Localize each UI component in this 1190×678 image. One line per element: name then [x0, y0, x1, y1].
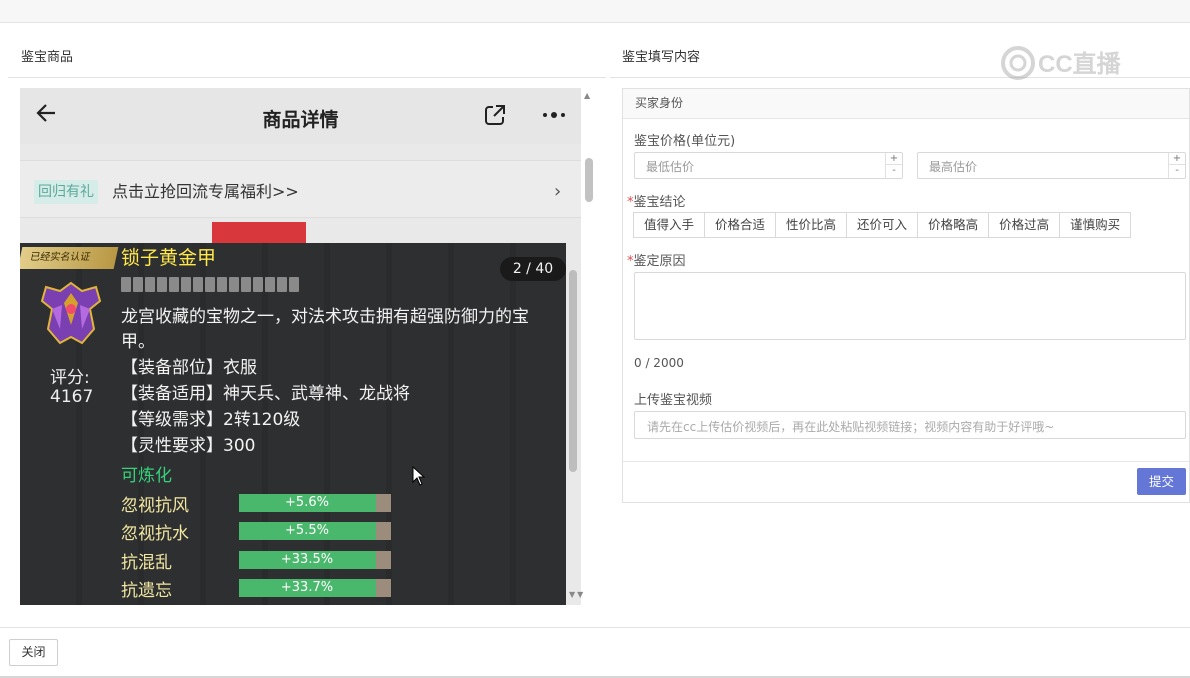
left-section-title: 鉴宝商品: [21, 50, 74, 65]
conclusion-label: *鉴宝结论: [627, 191, 686, 210]
watermark-logo: CC直播: [1001, 46, 1122, 80]
scroll-up-icon[interactable]: ▲: [584, 91, 590, 100]
stat-value: +5.5%: [285, 523, 329, 538]
min-price-stepper[interactable]: + -: [885, 153, 902, 178]
red-tag: [212, 222, 306, 244]
max-price-placeholder: 最高估价: [929, 160, 978, 174]
watermark-text: CC直播: [1038, 51, 1122, 78]
close-button[interactable]: 关闭: [9, 639, 58, 666]
panel-footer-divider: [623, 461, 1189, 462]
conclusion-option[interactable]: 价格过高: [988, 212, 1061, 238]
item-attr: 【装备适用】神天兵、武尊神、龙战将: [121, 384, 410, 404]
conclusion-option[interactable]: 还价可入: [846, 212, 919, 238]
item-attr: 【装备部位】衣服: [121, 358, 257, 378]
price-label: 鉴宝价格(单位元): [634, 134, 736, 149]
stat-value: +33.5%: [280, 552, 334, 567]
promo-banner[interactable]: 回归有礼 点击立抢回流专属福利>> ›: [20, 160, 581, 218]
top-bar: [0, 0, 1190, 23]
conclusion-option[interactable]: 价格合适: [704, 212, 777, 238]
conclusion-options: 值得入手 价格合适 性价比高 还价可入 价格略高 价格过高 谨慎购买: [633, 212, 1132, 238]
stat-name: 忽视抗风: [121, 496, 189, 516]
masked-text: [121, 277, 299, 292]
more-icon[interactable]: [540, 106, 568, 124]
conclusion-option[interactable]: 值得入手: [633, 212, 706, 238]
stat-bar: +33.7%: [239, 579, 391, 597]
conclusion-option[interactable]: 价格略高: [917, 212, 990, 238]
video-link-placeholder: 请先在cc上传估价视频后，再在此处粘贴视频链接；视频内容有助于好评哦~: [647, 420, 1055, 434]
left-divider: [8, 77, 606, 78]
submit-button[interactable]: 提交: [1137, 468, 1186, 495]
decrement-icon[interactable]: -: [886, 165, 902, 177]
promo-text: 点击立抢回流专属福利>>: [112, 182, 299, 201]
item-description: 龙宫收藏的宝物之一，对法术攻击拥有超强防御力的宝甲。: [121, 307, 529, 352]
mouse-cursor-icon: [412, 466, 426, 486]
reason-counter: 0 / 2000: [634, 356, 684, 370]
reason-label-text: 鉴定原因: [633, 254, 686, 269]
stat-name: 忽视抗水: [121, 524, 189, 544]
promo-tag: 回归有礼: [34, 180, 98, 204]
stat-bar: +5.5%: [239, 522, 391, 540]
refinable-label: 可炼化: [121, 466, 172, 486]
max-price-stepper[interactable]: + -: [1168, 153, 1185, 178]
verified-badge: 已经实名认证: [20, 247, 119, 269]
item-name: 锁子黄金甲: [121, 247, 217, 269]
conclusion-label-text: 鉴宝结论: [633, 195, 686, 210]
item-detail-card: 已经实名认证 锁子黄金甲 2 / 40 评分: 4167 龙宫收藏的宝物之一，对…: [20, 243, 566, 605]
increment-icon[interactable]: +: [886, 153, 902, 165]
page-counter: 2 / 40: [500, 257, 566, 281]
scroll-down-icon[interactable]: ▼▼: [569, 590, 585, 599]
stat-bar: +5.6%: [239, 494, 391, 512]
conclusion-option[interactable]: 性价比高: [775, 212, 848, 238]
inner-scrollbar-thumb[interactable]: [569, 270, 577, 472]
min-price-input[interactable]: 最低估价 + -: [634, 152, 903, 179]
score-label: 评分:: [50, 368, 90, 388]
stat-bar: +33.5%: [239, 551, 391, 569]
outer-scrollbar-thumb[interactable]: [585, 158, 593, 202]
share-icon[interactable]: [483, 103, 507, 127]
video-link-input[interactable]: 请先在cc上传估价视频后，再在此处粘贴视频链接；视频内容有助于好评哦~: [634, 411, 1186, 439]
increment-icon[interactable]: +: [1169, 153, 1185, 165]
item-attr: 【等级需求】2转120级: [121, 410, 301, 430]
conclusion-option[interactable]: 谨慎购买: [1059, 212, 1132, 238]
right-section-title: 鉴宝填写内容: [622, 50, 701, 65]
decrement-icon[interactable]: -: [1169, 165, 1185, 177]
phone-header: 商品详情: [20, 88, 581, 144]
video-label: 上传鉴宝视频: [634, 393, 713, 408]
score-value: 4167: [50, 387, 94, 407]
panel-header: 买家身份: [623, 89, 1189, 119]
stat-value: +33.7%: [280, 580, 334, 595]
max-price-input[interactable]: 最高估价 + -: [917, 152, 1186, 179]
reason-textarea[interactable]: [634, 272, 1186, 340]
stat-value: +5.6%: [285, 495, 329, 510]
chevron-right-icon: ›: [554, 181, 562, 202]
stat-name: 抗遗忘: [121, 581, 172, 601]
min-price-placeholder: 最低估价: [646, 160, 695, 174]
footer-divider: [0, 627, 1190, 628]
stat-name: 抗混乱: [121, 553, 172, 573]
armor-icon: [40, 281, 102, 345]
item-attr: 【灵性要求】300: [121, 436, 256, 456]
reason-label: *鉴定原因: [627, 250, 686, 269]
